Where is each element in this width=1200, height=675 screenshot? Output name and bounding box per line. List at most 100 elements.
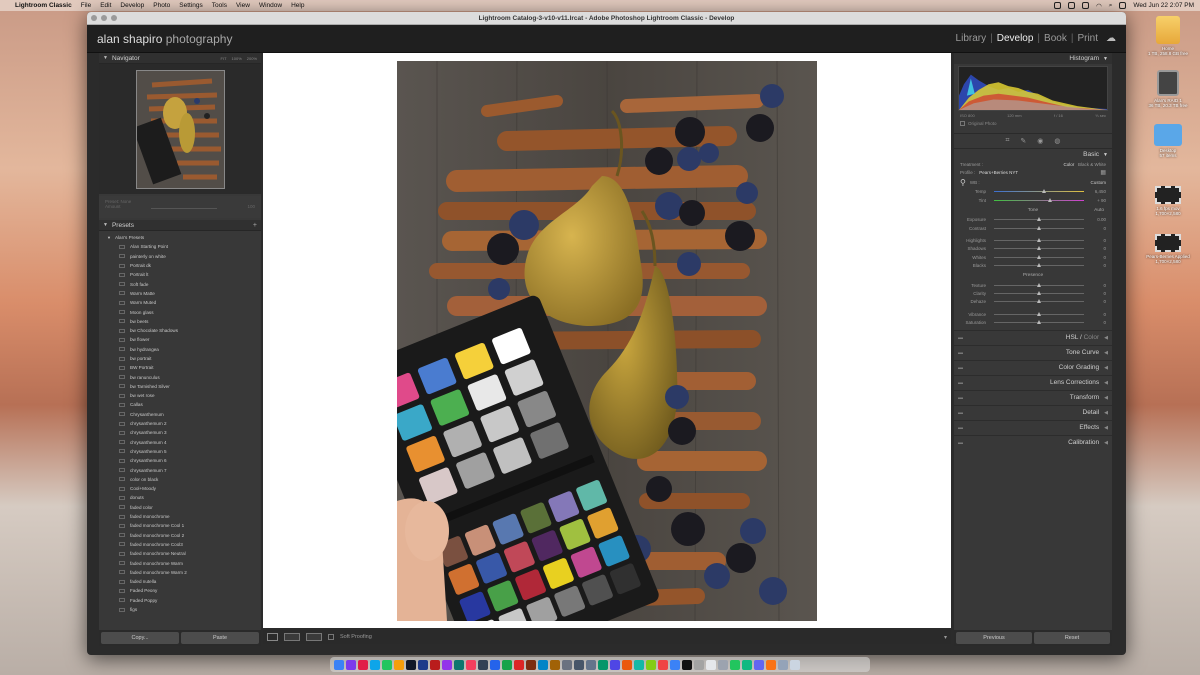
preset-item[interactable]: faded monochrome Neutral (107, 549, 261, 558)
panel-toggle-icon[interactable]: ▬ (958, 380, 963, 386)
desktop-icon-home[interactable]: Home 1 TB, 258.8 GB free (1146, 16, 1190, 56)
eyedropper-icon[interactable]: ⚲ (960, 178, 966, 187)
slider-knob[interactable] (1037, 263, 1041, 268)
slider-track[interactable] (994, 238, 1084, 243)
dock-app-icon[interactable] (754, 659, 764, 670)
preset-item[interactable]: bw portrait (107, 354, 261, 363)
panel-toggle-icon[interactable]: ▬ (958, 365, 963, 371)
preset-item[interactable]: Cool+Moody (107, 484, 261, 493)
expand-arrow-icon[interactable]: ◀ (1104, 350, 1108, 356)
treatment-bw-option[interactable]: Black & White (1078, 162, 1106, 167)
preset-item[interactable]: BW Portrait (107, 363, 261, 372)
slider-track[interactable] (994, 217, 1084, 222)
slider-knob[interactable] (1037, 299, 1041, 304)
masking-icon[interactable]: ◍ (1054, 137, 1060, 145)
slider-track[interactable] (994, 311, 1084, 316)
dock-app-icon[interactable] (526, 659, 536, 670)
menu-view[interactable]: View (236, 2, 250, 9)
preset-item[interactable]: Moon glass (107, 307, 261, 316)
presets-header[interactable]: ▼ Presets + (99, 220, 261, 231)
dock-app-icon[interactable] (442, 659, 452, 670)
status-icon[interactable] (1068, 2, 1076, 9)
menubar-clock[interactable]: Wed Jun 22 2:07 PM (1133, 2, 1194, 9)
slider-value[interactable]: 0 (1088, 226, 1106, 231)
dock-app-icon[interactable] (346, 659, 356, 670)
collapse-triangle-icon[interactable]: ▼ (1103, 56, 1108, 62)
navigator-header[interactable]: ▼ Navigator FIT 100% 200% (99, 53, 261, 64)
auto-tone-button[interactable]: Auto (1094, 208, 1104, 213)
menu-edit[interactable]: Edit (100, 2, 111, 9)
slider-track[interactable] (994, 290, 1084, 295)
before-after-button[interactable] (284, 633, 300, 641)
dock-app-icon[interactable] (418, 659, 428, 670)
dock-app-icon[interactable] (574, 659, 584, 670)
window-titlebar[interactable]: Lightroom Catalog-3-v10-v11.lrcat - Adob… (87, 12, 1126, 25)
wifi-icon[interactable]: ◠ (1096, 2, 1102, 10)
desktop-icon-movie-2[interactable]: Pears-Berries Applied 1,700×2,580 (1146, 234, 1190, 264)
temp-slider-knob[interactable] (1041, 189, 1046, 194)
dock-app-icon[interactable] (598, 659, 608, 670)
module-develop[interactable]: Develop (997, 33, 1034, 44)
slider-value[interactable]: 0 (1088, 291, 1106, 296)
profile-browser-icon[interactable]: ▦ (1100, 169, 1106, 176)
preset-item[interactable]: chrysanthemum 2 (107, 419, 261, 428)
zoom-100[interactable]: 100% (232, 56, 242, 61)
slider-knob[interactable] (1037, 254, 1041, 259)
preset-item[interactable]: faded monochrome Cool3 (107, 540, 261, 549)
slider-value[interactable]: 0 (1088, 255, 1106, 260)
menu-file[interactable]: File (81, 2, 91, 9)
preset-item[interactable]: Chrysanthemum (107, 410, 261, 419)
dock-app-icon[interactable] (466, 659, 476, 670)
slider-track[interactable] (994, 254, 1084, 259)
menu-help[interactable]: Help (291, 2, 304, 9)
hsl-label[interactable]: HSL (1066, 334, 1078, 341)
slider-value[interactable]: 0 (1088, 263, 1106, 268)
preset-item[interactable]: Faded Peony (107, 586, 261, 595)
slider-value[interactable]: 0 (1088, 299, 1106, 304)
preset-item[interactable]: Faded Poppy (107, 596, 261, 605)
dock-app-icon[interactable] (766, 659, 776, 670)
paste-button[interactable]: Paste (181, 632, 259, 644)
copy-button[interactable]: Copy... (101, 632, 179, 644)
panel-toggle-icon[interactable]: ▬ (958, 440, 963, 446)
panel-toggle-icon[interactable]: ▬ (958, 350, 963, 356)
expand-arrow-icon[interactable]: ◀ (1104, 395, 1108, 401)
panel-header-calibration[interactable]: ▬ Calibration ◀ (954, 434, 1112, 450)
dock-app-icon[interactable] (790, 659, 800, 670)
slider-track[interactable] (994, 263, 1084, 268)
panel-header-lens-corrections[interactable]: ▬ Lens Corrections ◀ (954, 374, 1112, 390)
slider-value[interactable]: 0 (1088, 312, 1106, 317)
soft-proofing-checkbox[interactable] (328, 634, 334, 640)
navigator-thumbnail[interactable] (135, 69, 225, 189)
dock-app-icon[interactable] (430, 659, 440, 670)
panel-toggle-icon[interactable]: ▬ (958, 395, 963, 401)
slider-knob[interactable] (1037, 238, 1041, 243)
dock-app-icon[interactable] (370, 659, 380, 670)
dock-app-icon[interactable] (622, 659, 632, 670)
dock-app-icon[interactable] (706, 659, 716, 670)
preset-item[interactable]: chrysanthemum 6 (107, 456, 261, 465)
desktop-icon-movie-1[interactable]: 1.6 fps mov 1,700×2,580 (1146, 186, 1190, 216)
menu-tools[interactable]: Tools (212, 2, 227, 9)
search-icon[interactable]: ⌕ (1109, 2, 1113, 10)
slider-track[interactable] (994, 225, 1084, 230)
preset-item[interactable]: faded nutella (107, 577, 261, 586)
dock-app-icon[interactable] (502, 659, 512, 670)
tint-slider-knob[interactable] (1047, 197, 1052, 202)
dock-app-icon[interactable] (778, 659, 788, 670)
dock-app-icon[interactable] (742, 659, 752, 670)
histogram[interactable] (958, 66, 1108, 111)
preset-item[interactable]: faded monochrome (107, 512, 261, 521)
preset-item[interactable]: Callas (107, 400, 261, 409)
panel-header-tone-curve[interactable]: ▬ Tone Curve ◀ (954, 344, 1112, 360)
preset-item[interactable]: donuts (107, 493, 261, 502)
basic-panel-header[interactable]: Basic ▼ (954, 149, 1112, 160)
panel-header-transform[interactable]: ▬ Transform ◀ (954, 389, 1112, 405)
cloud-sync-icon[interactable]: ☁ (1106, 33, 1116, 44)
preset-item[interactable]: bw hydrangea (107, 345, 261, 354)
hsl-panel-header[interactable]: ▬ HSL / Color ◀ (954, 329, 1112, 345)
slider-value[interactable]: 0 (1088, 246, 1106, 251)
dock-app-icon[interactable] (730, 659, 740, 670)
slider-track[interactable] (994, 246, 1084, 251)
dock-app-icon[interactable] (358, 659, 368, 670)
